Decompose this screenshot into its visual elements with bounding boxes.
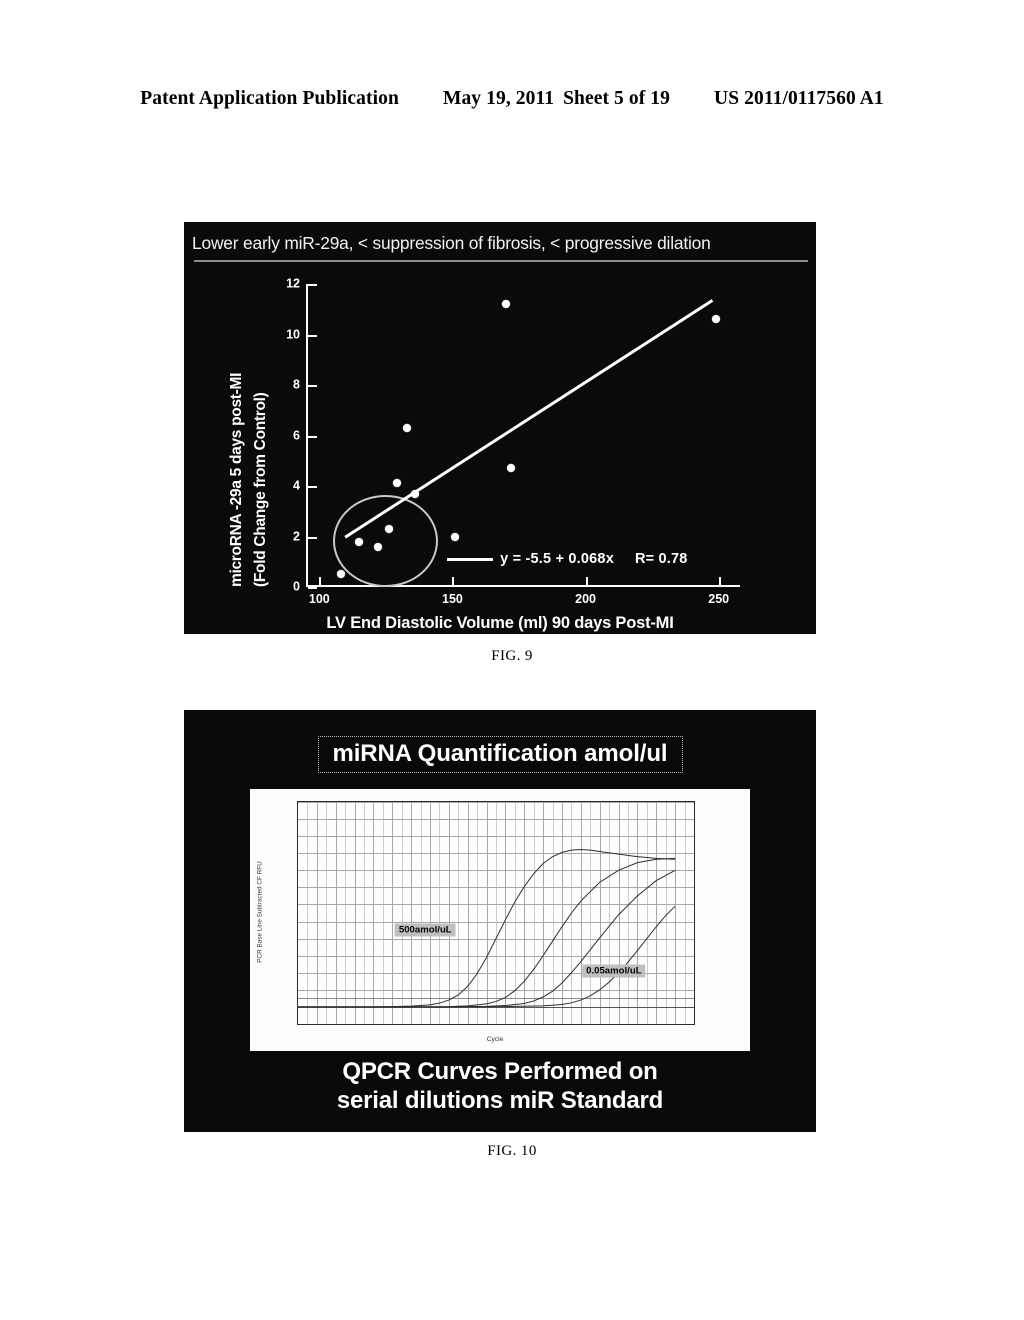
qpcr-y-axis-label: PCR Base Line Subtracted CF RFU [254, 817, 266, 1007]
figure-9-data-point [451, 532, 460, 541]
figure-9-equation-text: y = -5.5 + 0.068x [500, 551, 614, 568]
figure-9-y-tick-mark [308, 587, 317, 589]
figure-9-title: Lower early miR-29a, < suppression of fi… [192, 233, 711, 253]
figure-9-data-point [392, 479, 401, 488]
figure-10-title-text: miRNA Quantification amol/ul [317, 736, 683, 773]
figure-9-y-tick-label: 10 [286, 327, 300, 342]
page-header: Patent Application Publication May 19, 2… [0, 88, 1024, 110]
figure-9-y-tick-mark [308, 435, 317, 438]
header-patent-number: US 2011/0117560 A1 [714, 88, 884, 109]
figure-9-data-point [507, 464, 516, 473]
figure-10-caption: FIG. 10 [487, 1143, 537, 1159]
header-date: May 19, 2011 [442, 88, 555, 109]
figure-9-r-value-text: R= 0.78 [634, 551, 688, 568]
figure-9-x-tick-label: 100 [308, 592, 330, 606]
figure-9-x-tick-mark [585, 577, 588, 585]
qpcr-curve-0.5amolul [298, 870, 675, 1007]
figure-10-panel: miRNA Quantification amol/ul PCR Base Li… [184, 710, 816, 1132]
figure-9-data-point [712, 315, 721, 324]
figure-9-data-point [501, 300, 510, 309]
figure-9-x-tick-label: 150 [442, 592, 463, 606]
figure-9-y-axis-label-line1: microRNA -29a 5 days post-MI [228, 372, 245, 587]
qpcr-gridline-vertical [694, 802, 695, 1024]
figure-9-y-tick-label: 4 [293, 478, 300, 493]
figure-9-caption: FIG. 9 [491, 648, 533, 664]
qpcr-chart-card: PCR Base Line Subtracted CF RFU -100-100… [250, 789, 750, 1051]
qpcr-y-axis-label-text: PCR Base Line Subtracted CF RFU [256, 861, 264, 963]
figure-9-title-rule [194, 260, 808, 262]
figure-9-plot-area: 0 2 4 6 8 10 12 100 150 200 250 y = -5.5 + 0.068x… [286, 277, 740, 606]
qpcr-gridline-horizontal [298, 1024, 694, 1025]
figure-10-caption-line2: serial dilutions miR Standard [336, 1087, 664, 1115]
qpcr-annotation-label: 500amol/uL [394, 923, 456, 937]
qpcr-curve-500amolul [298, 849, 675, 1006]
figure-9-x-tick-label: 200 [575, 592, 596, 606]
figure-9-y-tick-mark [308, 486, 317, 488]
figure-9-x-tick-mark [718, 577, 721, 585]
figure-9-equation-legend: y = -5.5 + 0.068x R= 0.78 [447, 551, 687, 567]
header-sheet-number: Sheet 5 of 19 [563, 88, 671, 109]
qpcr-plot-area: -100-10000100100200200300300400400500500… [297, 801, 695, 1025]
qpcr-curve-5amolul [298, 858, 675, 1007]
figure-9-x-tick-mark [452, 577, 455, 585]
qpcr-amplification-curves [298, 802, 694, 1024]
figure-9-y-tick-mark [308, 536, 317, 539]
figure-9-data-point [384, 524, 393, 533]
figure-9-data-point [355, 537, 364, 546]
header-publication-label: Patent Application Publication [140, 88, 399, 109]
figure-9-x-axis-label: LV End Diastolic Volume (ml) 90 days Pos… [326, 614, 674, 632]
figure-9-data-point [403, 423, 412, 432]
figure-9-x-tick-label: 250 [708, 592, 730, 606]
figure-9-y-tick-label: 6 [293, 428, 300, 443]
figure-9-x-tick-mark [319, 577, 322, 585]
figure-9-y-tick-label: 12 [286, 276, 300, 291]
figure-9-y-tick-label: 0 [293, 579, 300, 594]
figure-9-y-tick-label: 2 [293, 529, 300, 544]
figure-9-y-axis-label-line2: (Fold Change from Control) [252, 392, 269, 587]
figure-9-fit-line-swatch [447, 557, 494, 561]
qpcr-x-axis-label: Cycle [486, 1036, 504, 1043]
figure-9-y-tick-label: 8 [293, 377, 300, 392]
figure-10-title: miRNA Quantification amol/ul [184, 736, 816, 773]
figure-10-caption-line1: QPCR Curves Performed on [342, 1058, 658, 1085]
figure-9-data-point [336, 570, 345, 579]
figure-9-panel: Lower early miR-29a, < suppression of fi… [184, 222, 816, 634]
figure-9-y-tick-mark [308, 385, 317, 387]
figure-9-y-tick-mark [308, 334, 317, 337]
figure-10-caption-text: QPCR Curves Performed on serial dilution… [184, 1057, 816, 1116]
figure-9-regression-line [344, 299, 714, 539]
figure-9-y-tick-mark [308, 284, 317, 286]
figure-9-data-point [373, 542, 382, 551]
figure-9-data-point [411, 489, 420, 498]
qpcr-annotation-label: 0.05amol/uL [582, 964, 646, 978]
